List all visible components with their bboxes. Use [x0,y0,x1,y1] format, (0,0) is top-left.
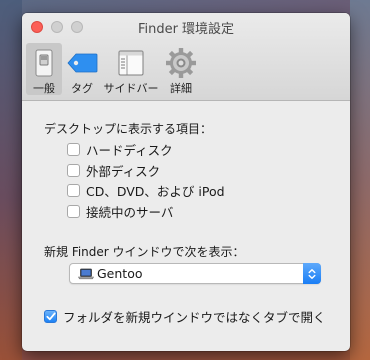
open-folders-in-tabs-label: フォルダを新規ウインドウではなくタブで開く [63,309,326,325]
connected-servers-label: 接続中のサーバ [86,204,174,220]
tab-sidebar-label: サイドバー [103,82,159,95]
external-disks-label: 外部ディスク [86,163,161,179]
tab-general[interactable]: 一般 [26,43,62,95]
cds-dvds-ipods-checkbox[interactable] [67,183,80,197]
hard-disks-option[interactable]: ハードディスク [67,140,173,158]
laptop-icon [78,268,94,280]
popup-stepper-arrows[interactable] [303,263,321,284]
cds-dvds-ipods-option[interactable]: CD、DVD、および iPod [67,181,225,199]
external-disks-checkbox[interactable] [67,163,80,177]
gear-icon [166,48,196,78]
open-folders-in-tabs-option[interactable]: フォルダを新規ウインドウではなくタブで開く [44,307,326,325]
sidebar-icon [118,50,144,76]
hard-disks-label: ハードディスク [86,142,173,158]
hard-disks-checkbox[interactable] [67,142,80,156]
tab-advanced-label: 詳細 [170,82,192,95]
new-window-shows-label: 新規 Finder ウインドウで次を表示： [44,245,245,259]
checkmark-icon [45,312,56,320]
toolbar: Finder 環境設定 一般 タグ サイドバー 詳細 [22,13,350,101]
tab-tags[interactable]: タグ [64,43,100,95]
general-switch-icon [35,49,53,77]
tab-advanced[interactable]: 詳細 [162,43,200,95]
tab-tags-label: タグ [71,82,93,95]
connected-servers-checkbox[interactable] [67,204,80,218]
new-window-location-popup[interactable]: Gentoo [69,263,321,284]
desktop-items-heading: デスクトップに表示する項目： [44,122,213,136]
connected-servers-option[interactable]: 接続中のサーバ [67,202,173,220]
tab-sidebar[interactable]: サイドバー [102,43,160,95]
tag-icon [67,53,98,73]
desktop-background-left [0,0,22,360]
finder-preferences-window: Finder 環境設定 一般 タグ サイドバー 詳細 デスクトップに表示する項目… [22,13,350,351]
external-disks-option[interactable]: 外部ディスク [67,161,160,179]
window-title: Finder 環境設定 [137,22,235,37]
open-folders-in-tabs-checkbox[interactable] [44,309,57,323]
updown-chevron-icon [308,268,316,279]
cds-dvds-ipods-label: CD、DVD、および iPod [86,183,225,199]
desktop-background-right [350,0,370,360]
new-window-location-value: Gentoo [97,266,143,281]
tab-general-label: 一般 [33,82,55,95]
